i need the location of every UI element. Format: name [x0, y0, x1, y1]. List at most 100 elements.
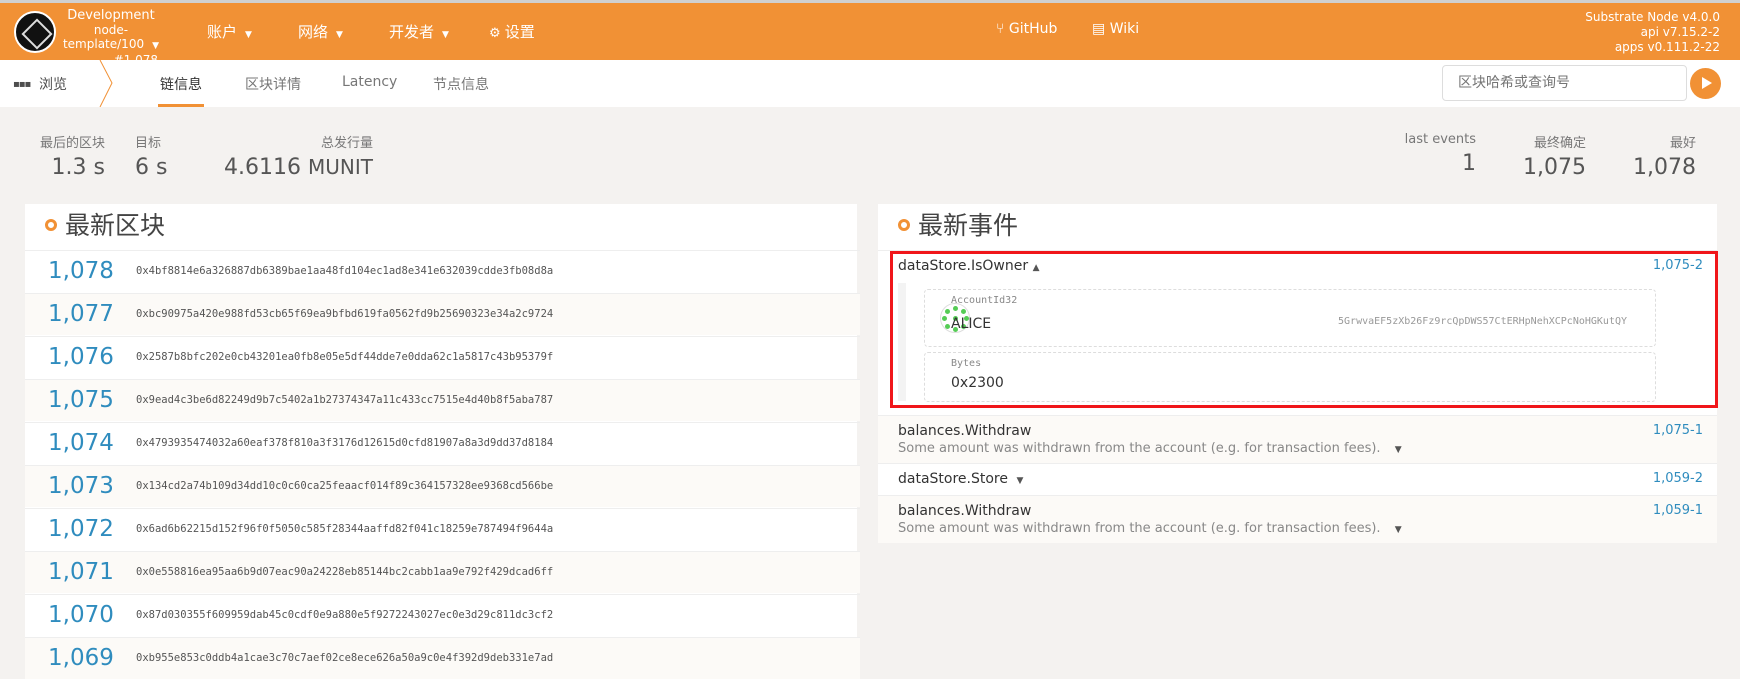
chain-name: Development — [67, 8, 155, 23]
stat-target: 目标 6 s — [135, 132, 181, 180]
block-hash: 0x9ead4c3be6d82249d9b7c5402a1b27374347a1… — [136, 394, 554, 406]
block-number-link[interactable]: 1,070 — [48, 602, 114, 628]
section-browse[interactable]: 浏览 — [39, 74, 67, 94]
panel-title-text: 最新事件 — [918, 211, 1019, 240]
tab-block-details[interactable]: 区块详情 — [245, 74, 301, 94]
bullet-icon — [898, 219, 910, 231]
chevron-down-icon[interactable]: ▼ — [1395, 445, 1402, 455]
event-name: balances.Withdraw — [898, 423, 1032, 439]
block-row: 1,075 0x9ead4c3be6d82249d9b7c5402a1b27374… — [25, 379, 860, 421]
menu-label: 账户 — [207, 23, 238, 41]
stat-label: last events — [1404, 132, 1476, 147]
menu-network[interactable]: 网络 ▼ — [298, 21, 343, 42]
panel-title-text: 最新区块 — [65, 211, 166, 240]
block-number-link[interactable]: 1,074 — [48, 430, 114, 456]
menu-label: 设置 — [504, 23, 535, 41]
block-number-link[interactable]: 1,072 — [48, 516, 114, 542]
highlight-box — [890, 251, 1718, 408]
chevron-down-icon[interactable]: ▼ — [1016, 476, 1023, 486]
github-label: GitHub — [1008, 21, 1058, 37]
menu-settings[interactable]: ⚙ 设置 — [489, 21, 535, 42]
top-header: Development node-template/100▼ #1,078 账户… — [0, 3, 1740, 67]
stat-value: 1.3 s — [51, 155, 105, 180]
book-icon: ▤ — [1092, 21, 1110, 37]
tab-latency[interactable]: Latency — [342, 74, 397, 90]
event-name: balances.Withdraw — [898, 503, 1032, 519]
stat-total-issuance: 总发行量 4.6116 MUNIT — [220, 132, 373, 180]
chevron-down-icon: ▼ — [336, 30, 343, 40]
stat-label: 目标 — [135, 136, 162, 151]
active-tab-indicator — [158, 104, 204, 107]
panel-title: 最新事件 — [878, 204, 1717, 248]
chevron-down-icon: ▼ — [245, 30, 252, 40]
stat-label: 最终确定 — [1533, 136, 1586, 151]
block-hash: 0x4bf8814e6a326887db6389bae1aa48fd104ec1… — [136, 265, 554, 277]
block-row: 1,071 0x0e558816ea95aa6b9d07eac90a24228eb… — [25, 551, 860, 593]
chevron-down-icon[interactable]: ▼ — [1395, 525, 1402, 535]
stat-label: 最好 — [1669, 136, 1696, 151]
block-number-link[interactable]: 1,075 — [48, 387, 114, 413]
event-item[interactable]: balances.Withdraw Some amount was withdr… — [878, 495, 1717, 543]
event-item[interactable]: balances.Withdraw Some amount was withdr… — [878, 415, 1717, 463]
tab-chain-info[interactable]: 链信息 — [160, 74, 202, 94]
stat-value: 1,078 — [1633, 155, 1696, 180]
version-info: Substrate Node v4.0.0 api v7.15.2-2 apps… — [1585, 10, 1720, 55]
menu-accounts[interactable]: 账户 ▼ — [207, 21, 252, 42]
event-id-link[interactable]: 1,059-1 — [1653, 503, 1703, 518]
stat-value: 1,075 — [1523, 155, 1586, 180]
block-hash: 0xbc90975a420e988fd53cb65f69ea9bfbd619fa… — [136, 308, 554, 320]
block-search-input[interactable] — [1442, 65, 1687, 101]
block-number-link[interactable]: 1,077 — [48, 301, 114, 327]
event-name-text: dataStore.Store — [898, 471, 1008, 487]
event-description: Some amount was withdrawn from the accou… — [898, 521, 1402, 536]
menu-label: 网络 — [298, 23, 329, 41]
stat-last-block: 最后的区块 1.3 s — [33, 132, 105, 180]
chain-logo-icon[interactable] — [14, 11, 56, 53]
wiki-link[interactable]: ▤ Wiki — [1092, 21, 1139, 37]
block-row: 1,069 0xb955e853c0ddb4a1cae3c70c7aef02ce8… — [25, 637, 860, 679]
runtime-label: node-template/100 — [62, 23, 145, 51]
git-branch-icon: ⑂ — [996, 21, 1009, 37]
block-number-link[interactable]: 1,073 — [48, 473, 114, 499]
stat-best: 最好 1,078 — [1610, 132, 1696, 180]
block-row: 1,070 0x87d030355f609959dab45c0cdf0e9a880… — [25, 594, 860, 636]
chain-selector[interactable]: Development node-template/100▼ #1,078 — [62, 8, 160, 68]
block-hash: 0x0e558816ea95aa6b9d07eac90a24228eb85144… — [136, 566, 554, 578]
node-version: Substrate Node v4.0.0 — [1585, 10, 1720, 24]
chevron-down-icon: ▼ — [442, 30, 449, 40]
menu-label: 开发者 — [389, 23, 435, 41]
stat-value: 6 s — [135, 155, 168, 180]
api-version: api v7.15.2-2 — [1640, 25, 1720, 39]
event-description-text: Some amount was withdrawn from the accou… — [898, 521, 1381, 536]
block-hash: 0x4793935474032a60eaf378f810a3f3176d1261… — [136, 437, 554, 449]
search-submit-button[interactable] — [1690, 68, 1721, 99]
stat-label: 最后的区块 — [39, 136, 105, 151]
github-link[interactable]: ⑂ GitHub — [996, 21, 1057, 37]
block-row: 1,076 0x2587b8bfc202e0cb43201ea0fb8e05e5d… — [25, 336, 860, 378]
bullet-icon — [45, 219, 57, 231]
block-number-link[interactable]: 1,078 — [48, 258, 114, 284]
issuance-unit: MUNIT — [308, 155, 373, 179]
breadcrumb-chevron-icon — [99, 60, 113, 107]
block-row: 1,074 0x4793935474032a60eaf378f810a3f3176… — [25, 422, 860, 464]
event-id-link[interactable]: 1,059-2 — [1653, 471, 1703, 486]
block-hash: 0x134cd2a74b109d34dd10c0c60ca25feaacf014… — [136, 480, 554, 492]
block-number-link[interactable]: 1,071 — [48, 559, 114, 585]
stat-finalized: 最终确定 1,075 — [1500, 132, 1586, 180]
block-row: 1,072 0x6ad6b62215d152f96f0f5050c585f2834… — [25, 508, 860, 550]
gear-icon: ⚙ — [489, 26, 505, 41]
stat-last-events: last events 1 — [1380, 132, 1476, 176]
tab-node-info[interactable]: 节点信息 — [433, 74, 489, 94]
event-id-link[interactable]: 1,075-1 — [1653, 423, 1703, 438]
apps-version: apps v0.111.2-22 — [1614, 40, 1720, 54]
event-item[interactable]: dataStore.Store ▼ 1,059-2 — [878, 463, 1717, 495]
block-hash: 0x2587b8bfc202e0cb43201ea0fb8e05e5df44dd… — [136, 351, 554, 363]
stat-value: 4.6116 MUNIT — [220, 155, 373, 180]
block-number-link[interactable]: 1,076 — [48, 344, 114, 370]
block-hash: 0x87d030355f609959dab45c0cdf0e9a880e5f92… — [136, 609, 554, 621]
menu-developer[interactable]: 开发者 ▼ — [389, 21, 449, 42]
block-row: 1,073 0x134cd2a74b109d34dd10c0c60ca25feaa… — [25, 465, 860, 507]
block-number-link[interactable]: 1,069 — [48, 645, 114, 671]
stat-value: 1 — [1462, 151, 1476, 176]
stat-label: 总发行量 — [320, 136, 373, 151]
